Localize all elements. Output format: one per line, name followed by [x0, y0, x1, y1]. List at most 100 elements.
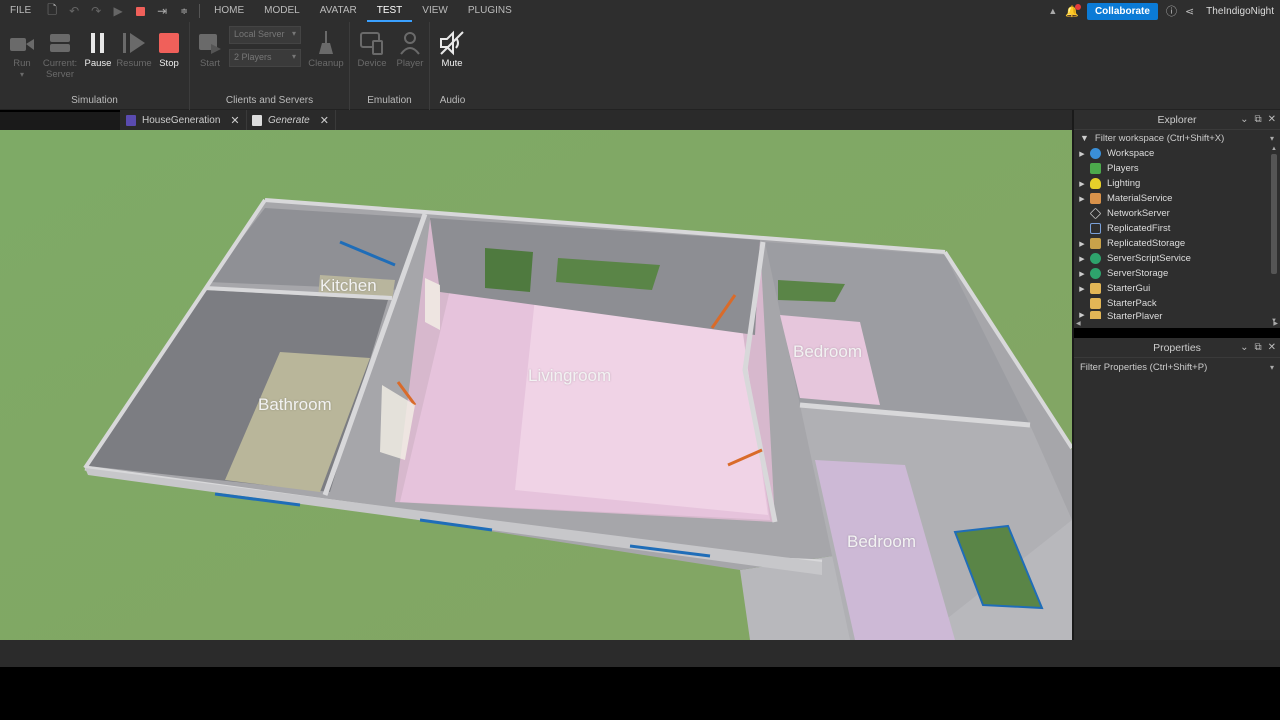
material-icon: [1090, 193, 1101, 204]
device-icon: [360, 32, 383, 55]
expand-arrow-icon[interactable]: ▶: [1074, 311, 1090, 319]
cleanup-button[interactable]: Cleanup: [308, 28, 344, 69]
players-dropdown[interactable]: 2 Players ▾: [229, 49, 301, 67]
tree-item-serverscriptservice[interactable]: ▶ ServerScriptService: [1074, 251, 1280, 266]
explorer-scrollbar[interactable]: ▲ ▼: [1270, 146, 1278, 326]
simulation-label: Simulation: [71, 95, 118, 106]
replicated-first-icon: [1090, 223, 1101, 234]
tree-item-workspace[interactable]: ▶ Workspace: [1074, 146, 1280, 161]
filter-dropdown-icon[interactable]: ▾: [1270, 363, 1274, 372]
file-menu[interactable]: FILE: [0, 0, 41, 22]
mute-button[interactable]: Mute: [434, 28, 470, 69]
tree-item-replicatedstorage[interactable]: ▶ ReplicatedStorage: [1074, 236, 1280, 251]
tree-item-replicatedfirst[interactable]: ReplicatedFirst: [1074, 221, 1280, 236]
collapse-ribbon-icon[interactable]: ▲: [1048, 6, 1057, 16]
tab-generate[interactable]: Generate ✕: [246, 110, 336, 130]
filter-dropdown-icon[interactable]: ▾: [1270, 134, 1274, 143]
explorer-bottom-scroll[interactable]: ◀ ▶: [1074, 320, 1280, 328]
clients-servers-group: Start Local Server ▾ 2 Players ▾ Cleanup C…: [190, 22, 350, 110]
tab-housegeneration[interactable]: HouseGeneration ✕: [120, 110, 247, 130]
pause-icon: [91, 33, 104, 53]
new-file-icon[interactable]: 🗋: [41, 0, 63, 22]
tree-item-starterpack[interactable]: StarterPack: [1074, 296, 1280, 311]
tree-item-label: Lighting: [1107, 178, 1141, 189]
help-icon[interactable]: ⓘ: [1166, 3, 1177, 19]
pause-button[interactable]: Pause: [80, 28, 116, 69]
tree-item-starterplayer[interactable]: ▶ StarterPlayer: [1074, 311, 1280, 319]
scroll-up-icon[interactable]: ▲: [1270, 146, 1278, 152]
expand-arrow-icon[interactable]: ▶: [1074, 270, 1090, 278]
expand-arrow-icon[interactable]: ▶: [1074, 255, 1090, 263]
tree-item-label: NetworkServer: [1107, 208, 1170, 219]
server-dropdown[interactable]: Local Server ▾: [229, 26, 301, 44]
exit-icon[interactable]: ⇥: [151, 0, 173, 22]
tab-view[interactable]: VIEW: [412, 0, 458, 22]
menu-separator: [199, 4, 201, 18]
expand-arrow-icon[interactable]: ▶: [1074, 180, 1090, 188]
properties-filter-input[interactable]: Filter Properties (Ctrl+Shift+P): [1080, 362, 1207, 373]
run-icon: [10, 38, 34, 51]
expand-arrow-icon[interactable]: ▶: [1074, 195, 1090, 203]
tree-item-networkserver[interactable]: NetworkServer: [1074, 206, 1280, 221]
username[interactable]: TheIndigoNight: [1206, 6, 1274, 17]
scroll-left-icon[interactable]: ◀: [1076, 320, 1081, 328]
popout-icon[interactable]: ⧉: [1254, 338, 1261, 358]
explorer-panel: Explorer ⌄ ⧉ ✕ ▼ Filter workspace (Ctrl+…: [1074, 110, 1280, 328]
expand-arrow-icon[interactable]: ▶: [1074, 150, 1090, 158]
room-label-livingroom: Livingroom: [528, 366, 612, 385]
scroll-thumb[interactable]: [1271, 154, 1277, 274]
share-icon[interactable]: ⋖: [1185, 5, 1194, 18]
broom-icon: [319, 31, 333, 54]
start-button[interactable]: Start: [192, 28, 228, 69]
current-server-button[interactable]: Current: Server: [42, 28, 78, 80]
properties-header: Properties ⌄ ⧉ ✕: [1074, 338, 1280, 358]
mute-icon: [440, 30, 464, 56]
close-icon[interactable]: ✕: [1268, 338, 1276, 358]
server-icon: [50, 34, 70, 52]
chevron-down-icon[interactable]: ⌄: [1240, 338, 1248, 358]
resume-button[interactable]: Resume: [116, 28, 152, 69]
explorer-tree: ▶ Workspace Players ▶ Lighting ▶ Materia…: [1074, 146, 1280, 326]
player-button[interactable]: Player: [392, 28, 428, 69]
expand-arrow-icon[interactable]: ▶: [1074, 240, 1090, 248]
notifications-icon[interactable]: 🔔: [1065, 3, 1081, 18]
undo-icon[interactable]: ↶: [63, 0, 85, 22]
chevron-down-icon[interactable]: ⌄: [1240, 110, 1248, 130]
close-icon[interactable]: ✕: [320, 114, 329, 127]
customize-quick-access-icon[interactable]: ≑: [173, 0, 195, 22]
close-icon[interactable]: ✕: [230, 114, 239, 127]
tab-model[interactable]: MODEL: [254, 0, 310, 22]
scroll-right-icon[interactable]: ▶: [1273, 320, 1278, 328]
explorer-filter-input[interactable]: Filter workspace (Ctrl+Shift+X): [1095, 133, 1224, 144]
menu-right-area: ▲ 🔔 Collaborate ⓘ ⋖ TheIndigoNight: [1048, 0, 1274, 22]
tab-test[interactable]: TEST: [366, 0, 413, 22]
properties-filter[interactable]: Filter Properties (Ctrl+Shift+P) ▾: [1074, 358, 1280, 376]
players-icon: [1090, 163, 1101, 174]
tab-plugins[interactable]: PLUGINS: [458, 0, 522, 22]
tree-item-serverstorage[interactable]: ▶ ServerStorage: [1074, 266, 1280, 281]
expand-arrow-icon[interactable]: ▶: [1074, 285, 1090, 293]
collaborate-button[interactable]: Collaborate: [1086, 2, 1158, 20]
folder-icon: [1090, 283, 1101, 294]
play-icon[interactable]: ▶: [107, 0, 129, 22]
redo-icon[interactable]: ↷: [85, 0, 107, 22]
close-icon[interactable]: ✕: [1268, 110, 1276, 130]
tree-item-label: ReplicatedStorage: [1107, 238, 1186, 249]
run-button[interactable]: Run ▾: [4, 28, 40, 80]
3d-viewport[interactable]: Kitchen Bathroom Livingroom Bedroom Bedr…: [0, 130, 1072, 640]
tree-item-startergui[interactable]: ▶ StarterGui: [1074, 281, 1280, 296]
explorer-filter[interactable]: ▼ Filter workspace (Ctrl+Shift+X) ▾: [1074, 130, 1280, 146]
explorer-header: Explorer ⌄ ⧉ ✕: [1074, 110, 1280, 130]
stop-icon[interactable]: [129, 0, 151, 22]
device-button[interactable]: Device: [354, 28, 390, 69]
tree-item-lighting[interactable]: ▶ Lighting: [1074, 176, 1280, 191]
tree-item-players[interactable]: Players: [1074, 161, 1280, 176]
stop-button[interactable]: Stop: [151, 28, 187, 69]
place-tab[interactable]: [0, 110, 120, 130]
filter-icon[interactable]: ▼: [1080, 133, 1089, 143]
tab-avatar[interactable]: AVATAR: [310, 0, 367, 22]
popout-icon[interactable]: ⧉: [1254, 110, 1261, 130]
emulation-label: Emulation: [367, 95, 412, 106]
tab-home[interactable]: HOME: [204, 0, 254, 22]
tree-item-materialservice[interactable]: ▶ MaterialService: [1074, 191, 1280, 206]
